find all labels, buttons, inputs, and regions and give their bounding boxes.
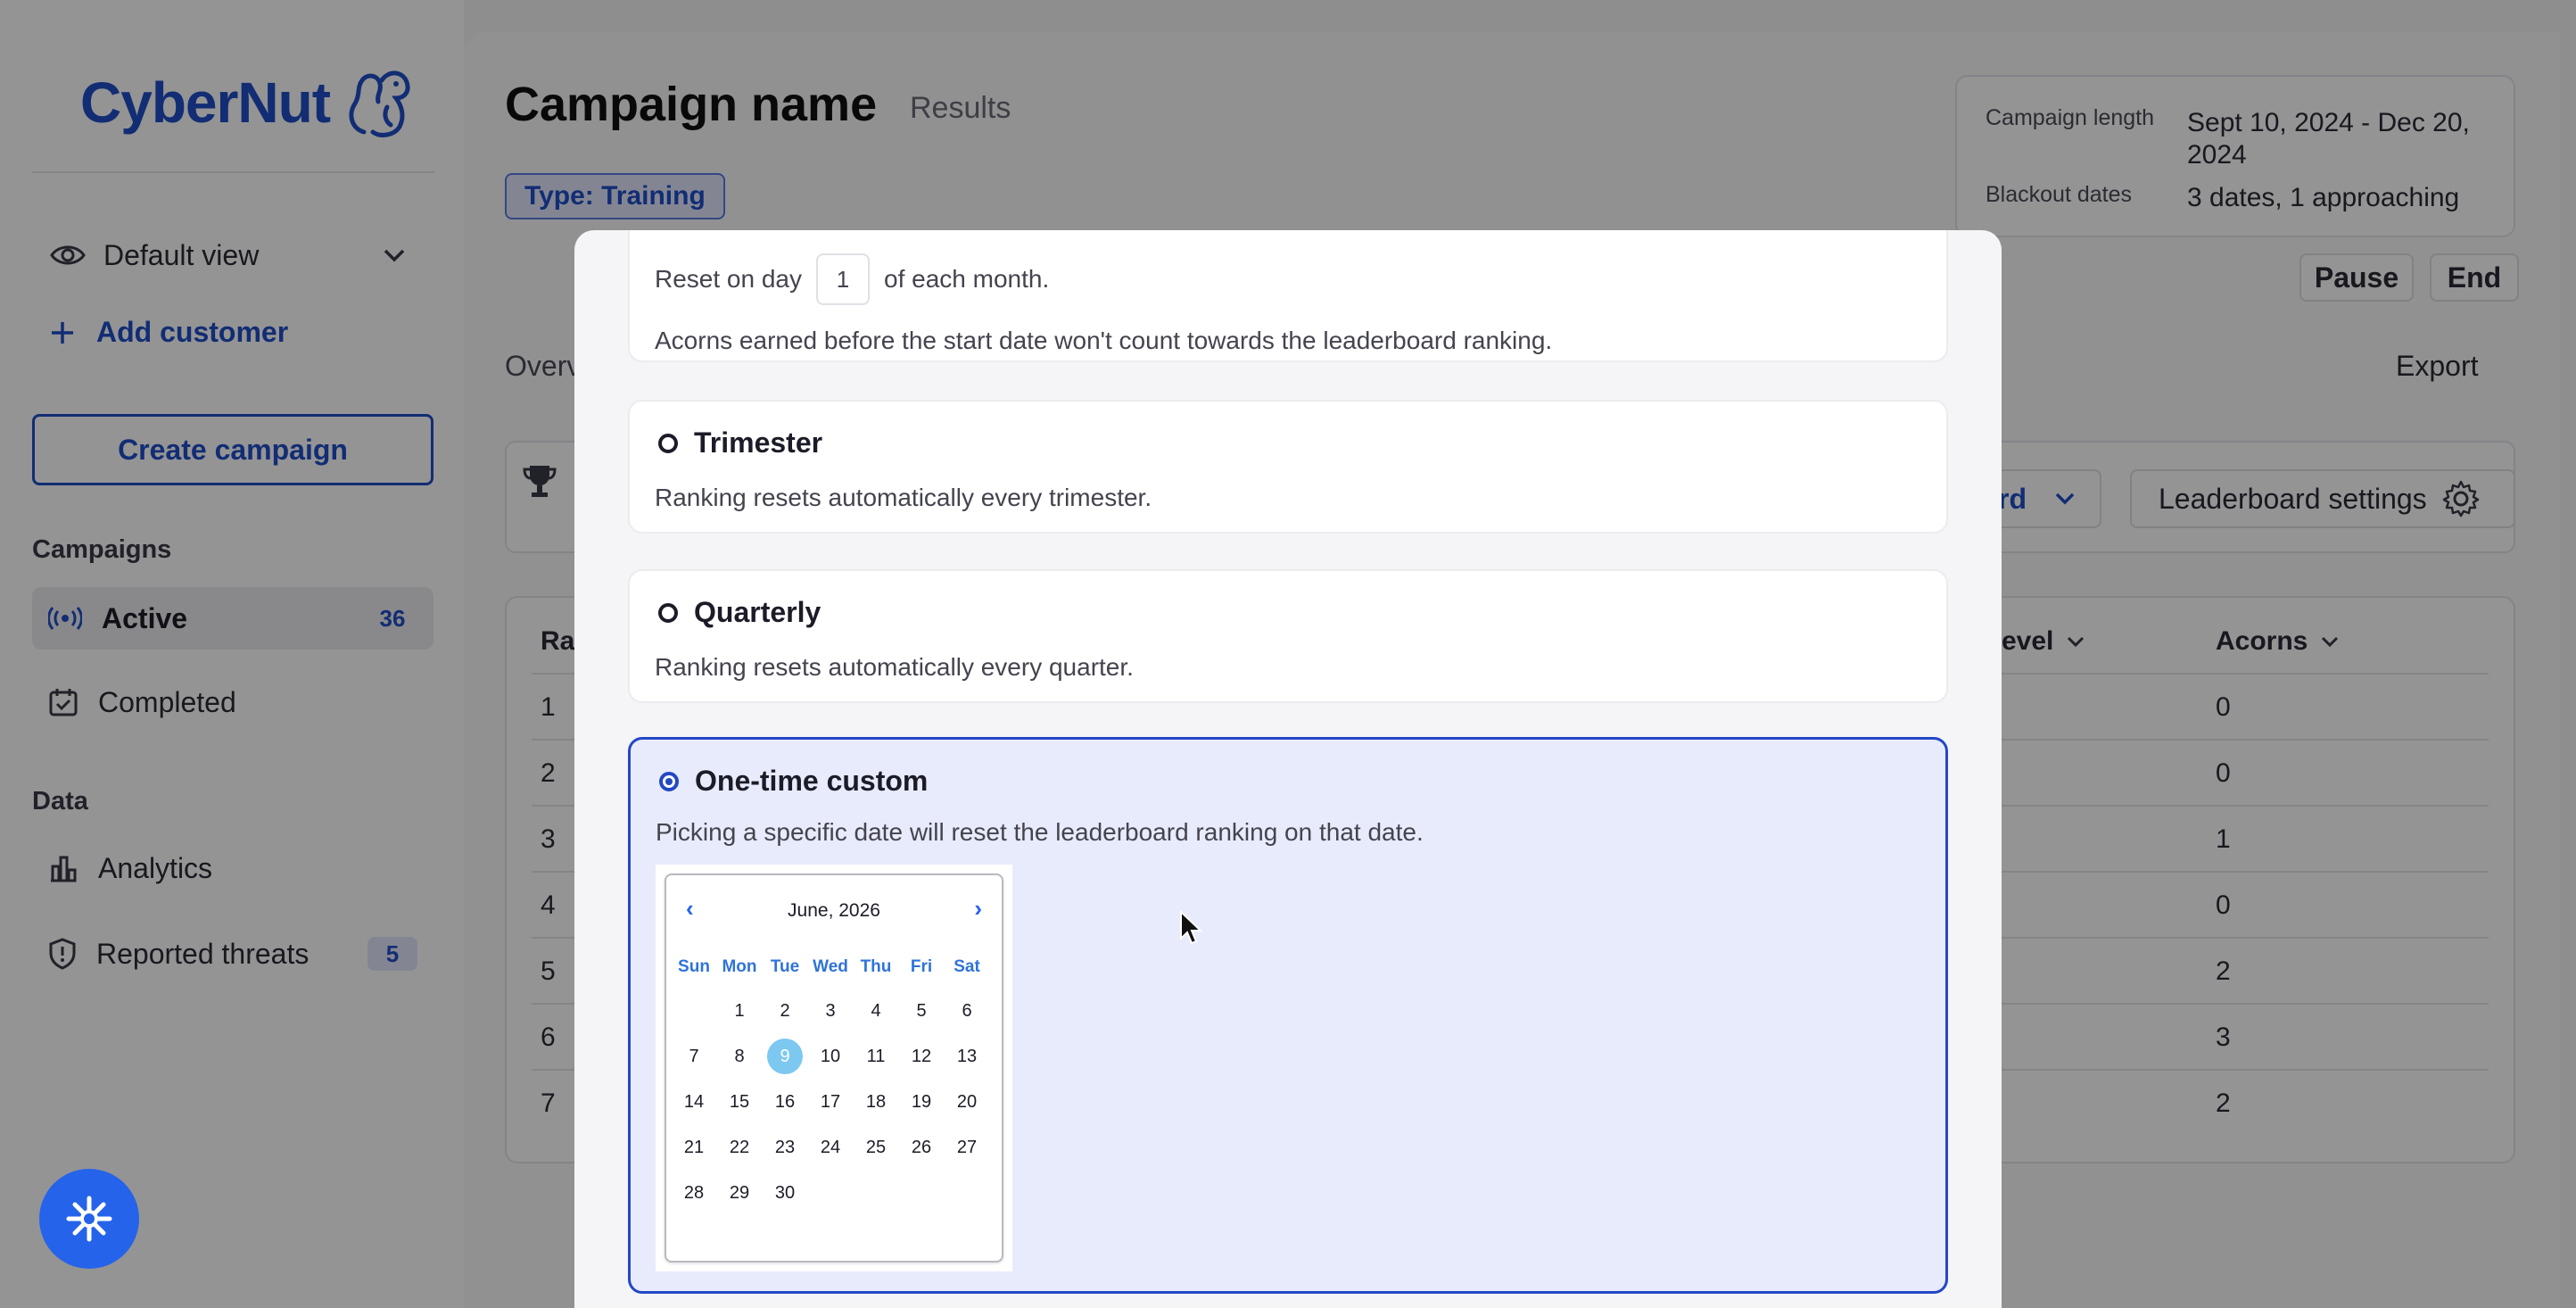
reset-suffix: of each month. (884, 265, 1050, 293)
calendar-day[interactable]: 17 (813, 1084, 848, 1120)
calendar-day[interactable]: 16 (767, 1084, 803, 1120)
next-month-button[interactable]: › (974, 895, 982, 923)
date-picker-wrapper: ‹ June, 2026 › Sun Mon Tue Wed Thu Fri Sat 1 2 3 4… (656, 865, 1012, 1271)
calendar-day[interactable]: 7 (676, 1039, 712, 1074)
calendar-day[interactable]: 5 (904, 993, 939, 1029)
calendar-day[interactable]: 2 (767, 993, 803, 1029)
calendar-day[interactable]: 18 (858, 1084, 894, 1120)
option-monthly[interactable]: Reset on day 1 of each month. Acorns ear… (628, 230, 1948, 362)
calendar-day[interactable]: 4 (858, 993, 894, 1029)
reset-prefix: Reset on day (655, 265, 802, 293)
calendar-day[interactable]: 3 (813, 993, 848, 1029)
leaderboard-reset-modal: Reset on day 1 of each month. Acorns ear… (574, 230, 2002, 1308)
calendar-day[interactable]: 29 (722, 1175, 757, 1211)
calendar-day[interactable]: 26 (904, 1130, 939, 1165)
calendar-day[interactable]: 14 (676, 1084, 712, 1120)
weekday-label: Thu (860, 957, 892, 976)
calendar-day[interactable]: 24 (813, 1130, 848, 1165)
calendar-day[interactable]: 28 (676, 1175, 712, 1211)
weekday-label: Fri (910, 957, 933, 976)
option-trimester[interactable]: Trimester Ranking resets automatically e… (628, 400, 1948, 534)
reset-day-row: Reset on day 1 of each month. (655, 253, 1049, 305)
weekday-label: Tue (770, 957, 800, 976)
option-title-label: Trimester (694, 426, 823, 459)
option-title-label: Quarterly (694, 596, 822, 628)
option-desc: Ranking resets automatically every quart… (655, 653, 1134, 681)
calendar-day[interactable]: 6 (949, 993, 985, 1029)
one-time-custom-radio[interactable] (659, 771, 679, 791)
option-one-time-custom[interactable]: One-time custom Picking a specific date … (628, 737, 1948, 1294)
calendar-day[interactable]: 8 (722, 1039, 757, 1074)
option-title: One-time custom (659, 765, 928, 798)
calendar-day[interactable]: 12 (904, 1039, 939, 1074)
calendar-day[interactable]: 15 (722, 1084, 757, 1120)
option-desc: Ranking resets automatically every trime… (655, 484, 1152, 511)
calendar-month-label: June, 2026 (788, 900, 880, 921)
option-title: Trimester (658, 426, 822, 459)
snowflake-icon (66, 1196, 112, 1242)
reset-day-input[interactable]: 1 (816, 253, 870, 305)
calendar-day[interactable]: 21 (676, 1130, 712, 1165)
calendar-day[interactable]: 23 (767, 1130, 803, 1165)
calendar-day[interactable]: 11 (858, 1039, 894, 1074)
calendar-day-selected[interactable]: 9 (767, 1039, 803, 1074)
calendar-day[interactable]: 25 (858, 1130, 894, 1165)
weekday-label: Wed (813, 957, 848, 976)
calendar-day[interactable]: 22 (722, 1130, 757, 1165)
weekday-label: Sat (954, 957, 980, 976)
calendar-day[interactable]: 13 (949, 1039, 985, 1074)
trimester-radio[interactable] (658, 433, 678, 453)
date-picker: ‹ June, 2026 › Sun Mon Tue Wed Thu Fri Sat 1 2 3 4… (665, 873, 1003, 1262)
calendar-day[interactable]: 30 (767, 1175, 803, 1211)
calendar-day[interactable]: 19 (904, 1084, 939, 1120)
assistant-fab-button[interactable] (39, 1169, 139, 1269)
option-desc: Picking a specific date will reset the l… (656, 818, 1424, 846)
calendar-day[interactable]: 27 (949, 1130, 985, 1165)
calendar-day[interactable]: 1 (722, 993, 757, 1029)
mouse-cursor-icon (1180, 910, 1203, 945)
option-title-label: One-time custom (695, 765, 929, 797)
calendar-day[interactable]: 10 (813, 1039, 848, 1074)
weekday-label: Mon (722, 957, 757, 976)
calendar-day[interactable]: 20 (949, 1084, 985, 1120)
weekday-label: Sun (678, 957, 710, 976)
quarterly-radio[interactable] (658, 602, 678, 623)
monthly-note: Acorns earned before the start date won'… (655, 327, 1553, 354)
option-title: Quarterly (658, 596, 821, 629)
option-quarterly[interactable]: Quarterly Ranking resets automatically e… (628, 569, 1948, 703)
